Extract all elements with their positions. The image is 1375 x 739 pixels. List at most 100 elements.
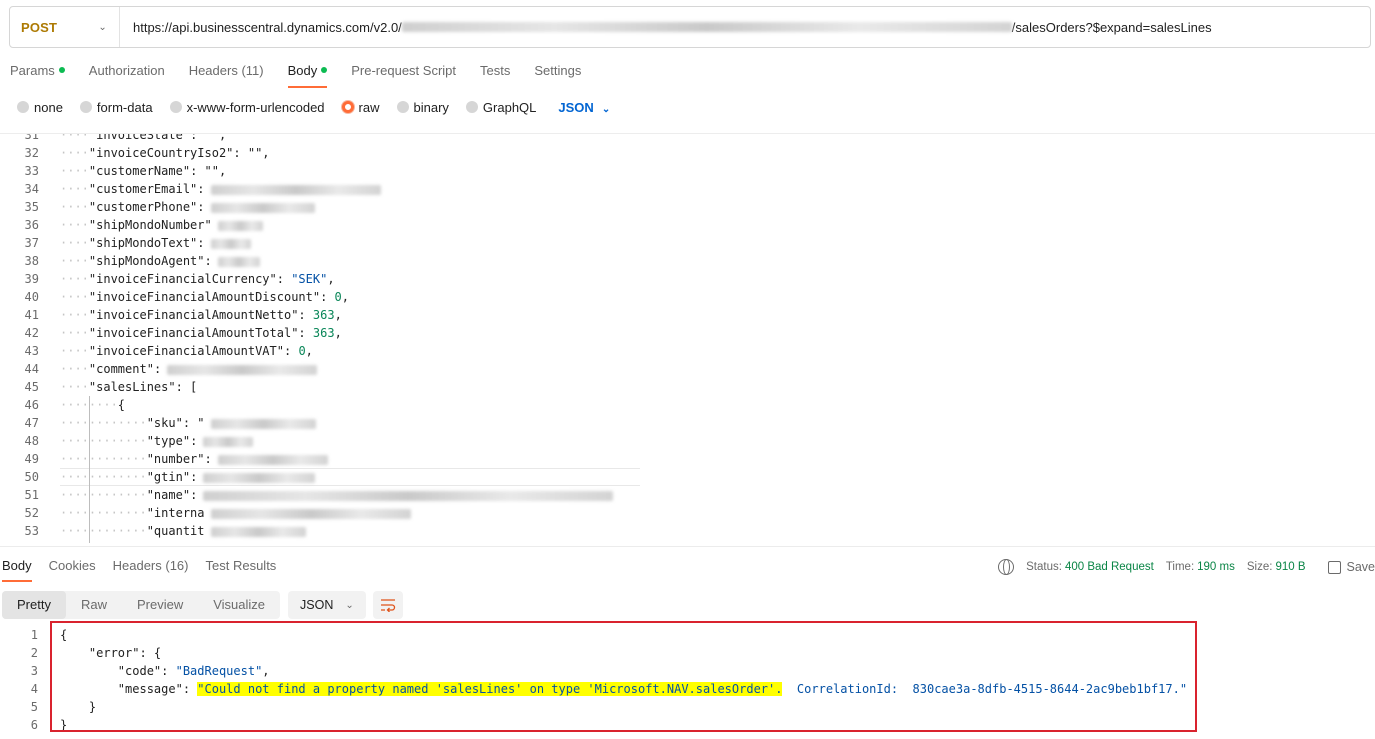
tab-headers[interactable]: Headers (11) xyxy=(189,60,264,88)
chevron-down-icon: ⌄ xyxy=(345,599,354,611)
body-type-binary[interactable]: binary xyxy=(396,100,449,115)
code-line: 32 ····"invoiceCountryIso2": "", xyxy=(0,144,1375,162)
code-text: ····"invoiceFinancialAmountTotal": 363, xyxy=(60,324,342,342)
view-raw-button[interactable]: Raw xyxy=(66,591,122,619)
body-type-raw[interactable]: raw xyxy=(341,100,380,115)
view-visualize-button[interactable]: Visualize xyxy=(198,591,280,619)
indent-whitespace: ···· xyxy=(60,164,89,178)
json-number-value: 363 xyxy=(312,326,335,340)
line-number: 3 xyxy=(30,664,38,678)
tab-pre-request-script[interactable]: Pre-request Script xyxy=(351,60,456,88)
line-number: 48 xyxy=(24,434,39,448)
globe-icon[interactable] xyxy=(998,559,1015,575)
url-input[interactable]: https://api.businesscentral.dynamics.com… xyxy=(120,20,1212,35)
body-type-none[interactable]: none xyxy=(17,100,63,115)
body-type-label: x-www-form-urlencoded xyxy=(186,99,325,115)
code-line: 48 ············"type": xyxy=(0,432,1375,450)
redacted-value xyxy=(203,436,254,447)
status-label: Status: xyxy=(1026,561,1062,573)
code-line: 41 ····"invoiceFinancialAmountNetto": 363… xyxy=(0,306,1375,324)
tab-label: Authorization xyxy=(88,63,165,78)
body-format-select[interactable]: JSON ⌄ xyxy=(558,100,610,115)
json-key: "invoiceCountryIso2" xyxy=(88,146,234,160)
tab-settings[interactable]: Settings xyxy=(534,60,581,88)
indent-whitespace: ···· xyxy=(60,236,89,250)
line-number: 46 xyxy=(24,398,39,412)
chevron-down-icon: ⌄ xyxy=(601,103,611,115)
code-line: 49 ············"number": xyxy=(0,450,1375,468)
response-tab-body[interactable]: Body xyxy=(2,556,32,582)
code-text: ····"comment": xyxy=(60,360,318,378)
tab-label: Body xyxy=(2,558,32,573)
line-number: 34 xyxy=(24,182,39,196)
redacted-value xyxy=(210,184,381,195)
code-text: ····"customerName": "", xyxy=(60,162,226,180)
request-tabs: Params Authorization Headers (11) Body Pre-r… xyxy=(10,60,605,88)
status-value[interactable]: 400 Bad Request xyxy=(1065,561,1154,573)
code-text: ············"quantit xyxy=(60,522,306,540)
code-text: ············"sku": " xyxy=(60,414,316,432)
tab-body[interactable]: Body xyxy=(287,60,328,88)
indent-whitespace: ············ xyxy=(60,470,147,484)
response-tab-test-results[interactable]: Test Results xyxy=(206,556,277,582)
line-number: 40 xyxy=(24,290,39,304)
code-text: ············"number": xyxy=(60,450,328,468)
method-select[interactable]: POST ⌄ xyxy=(10,7,120,47)
redacted-value xyxy=(203,472,316,483)
json-punct: : xyxy=(190,488,198,502)
tab-authorization[interactable]: Authorization xyxy=(89,60,165,88)
tab-params[interactable]: Params xyxy=(10,60,65,88)
view-pretty-button[interactable]: Pretty xyxy=(2,591,66,619)
json-key: "name" xyxy=(146,488,191,502)
redacted-url-segment xyxy=(401,22,1012,32)
json-key: "number" xyxy=(146,452,205,466)
body-type-label: form-data xyxy=(96,99,153,115)
json-key: "customerName" xyxy=(88,164,191,178)
line-number: 37 xyxy=(24,236,39,250)
request-url-bar: POST ⌄ https://api.businesscentral.dynam… xyxy=(9,6,1371,48)
code-text: ····"invoiceFinancialAmountDiscount": 0, xyxy=(60,288,349,306)
body-type-form-data[interactable]: form-data xyxy=(79,99,153,115)
time-value[interactable]: 190 ms xyxy=(1197,561,1235,573)
tab-label: Tests xyxy=(480,63,511,78)
tab-tests[interactable]: Tests xyxy=(480,60,510,88)
request-body-editor[interactable]: 31 ····"invoiceState": "", 32 ····"invoiceC… xyxy=(0,133,1375,543)
line-number: 50 xyxy=(24,470,39,484)
json-punct: : xyxy=(298,308,313,322)
method-label: POST xyxy=(21,19,58,35)
tab-label: Settings xyxy=(534,63,582,78)
tab-label: Params xyxy=(10,63,55,78)
response-meta: Status: 400 Bad Request Time: 190 ms Siz… xyxy=(998,558,1375,576)
response-divider[interactable] xyxy=(0,546,1375,547)
json-key: "sku" xyxy=(146,416,183,430)
json-punct: , xyxy=(334,326,342,340)
response-tab-headers[interactable]: Headers (16) xyxy=(113,556,189,582)
radio-icon xyxy=(341,101,354,113)
indent-whitespace: ············ xyxy=(60,488,147,502)
tab-label: Cookies xyxy=(48,558,96,573)
line-number: 35 xyxy=(24,200,39,214)
line-number: 33 xyxy=(24,164,39,178)
line-number: 6 xyxy=(30,718,38,732)
indent-whitespace: ···· xyxy=(60,200,89,214)
code-line: 45 ····"salesLines": [ xyxy=(0,378,1375,396)
json-punct: : xyxy=(298,326,313,340)
body-type-graphql[interactable]: GraphQL xyxy=(465,100,536,115)
view-preview-button[interactable]: Preview xyxy=(122,591,198,619)
response-tab-cookies[interactable]: Cookies xyxy=(49,556,96,582)
annotation-highlight-box xyxy=(50,621,1197,732)
tab-count-badge: (16) xyxy=(165,558,189,573)
json-key: "invoiceFinancialCurrency" xyxy=(88,272,277,286)
json-punct: : xyxy=(197,236,205,250)
code-text: ····"customerPhone": xyxy=(60,198,315,216)
save-response-button[interactable]: Save xyxy=(1327,560,1375,574)
body-type-x-www-form-urlencoded[interactable]: x-www-form-urlencoded xyxy=(169,99,325,115)
code-text: ····"invoiceFinancialAmountVAT": 0, xyxy=(60,342,313,360)
code-text: ············"gtin": xyxy=(60,468,316,486)
status-dot xyxy=(321,67,328,73)
response-format-select[interactable]: JSON ⌄ xyxy=(288,591,366,619)
response-format-label: JSON xyxy=(300,598,334,612)
size-value[interactable]: 910 B xyxy=(1275,561,1305,573)
wrap-lines-button[interactable] xyxy=(372,591,403,619)
json-punct: : xyxy=(190,470,198,484)
